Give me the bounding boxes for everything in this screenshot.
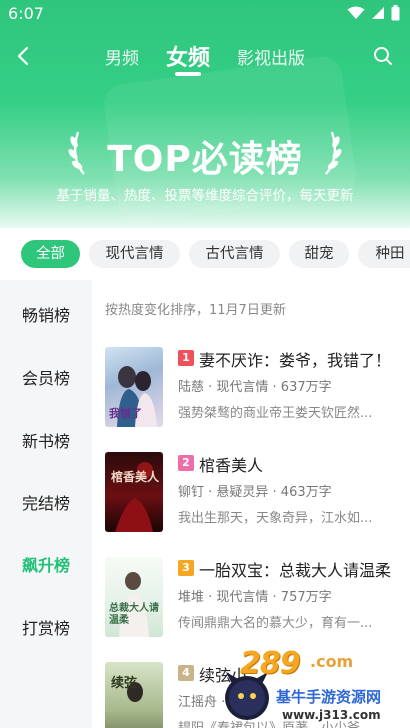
chip-farming[interactable]: 种田 <box>358 240 410 268</box>
watermark-url: www.j313.com <box>282 708 381 722</box>
category-filter-bar: 全部 现代言情 古代言情 甜宠 种田 <box>0 228 410 280</box>
top-nav: 男频 女频 影视出版 <box>0 34 410 78</box>
sidebar-item-tipping[interactable]: 打赏榜 <box>0 615 92 639</box>
hero-banner: 6:07 男频 女频 影视出版 TOP必读榜 基于销量、热度、投票等维度综合评价… <box>0 0 410 228</box>
list-item[interactable]: 我错了 1 妻不厌诈：娄爷，我错了！ 陆慈 · 现代言情 · 637万字 强势桀… <box>92 347 410 447</box>
cover-title: 我错了 <box>109 407 142 420</box>
status-time: 6:07 <box>8 4 44 23</box>
ranking-sidebar: 畅销榜 会员榜 新书榜 完结榜 飙升榜 打赏榜 <box>0 280 92 728</box>
tab-female[interactable]: 女频 <box>166 40 210 72</box>
back-arrow-icon[interactable] <box>12 44 36 68</box>
cover-title: 续弦 <box>111 676 138 691</box>
site-watermark: 289 .com 基牛手游资源网 www.j313.com <box>218 640 410 728</box>
rank-badge: 4 <box>178 665 194 681</box>
chip-sweet[interactable]: 甜宠 <box>289 240 349 268</box>
book-desc: 我出生那天，天象奇异，江水如... <box>178 511 373 526</box>
sidebar-item-bestseller[interactable]: 畅销榜 <box>0 302 92 326</box>
page-subtitle: 基于销量、热度、投票等维度综合评价，每天更新 <box>56 188 354 204</box>
cover-title: 总裁大人请温柔 <box>109 603 159 626</box>
cover-art <box>115 462 153 532</box>
status-icons <box>347 5 400 21</box>
page-title: TOP必读榜 <box>107 139 303 180</box>
cover-title: 棺香美人 <box>111 470 160 484</box>
sidebar-item-member[interactable]: 会员榜 <box>0 365 92 389</box>
book-title: 妻不厌诈：娄爷，我错了！ <box>199 351 392 370</box>
watermark-text: 基牛手游资源网 <box>276 688 382 706</box>
chip-modern-romance[interactable]: 现代言情 <box>89 240 180 268</box>
list-item[interactable]: 棺香美人 2 棺香美人 铆钉 · 悬疑灵异 · 463万字 我出生那天，天象奇异… <box>92 452 410 552</box>
status-bar: 6:07 <box>0 0 410 28</box>
rank-badge: 3 <box>178 560 194 576</box>
book-desc: 强势桀骜的商业帝王娄天钦匠然... <box>178 406 373 421</box>
chip-all[interactable]: 全部 <box>21 240 80 268</box>
sidebar-item-rising[interactable]: 飙升榜 <box>0 552 92 576</box>
active-tab-indicator <box>175 72 201 76</box>
book-cover[interactable]: 我错了 <box>105 347 163 427</box>
book-cover[interactable]: 总裁大人请温柔 <box>105 557 163 637</box>
chip-ancient-romance[interactable]: 古代言情 <box>189 240 280 268</box>
tab-male[interactable]: 男频 <box>105 44 139 69</box>
book-meta: 铆钉 · 悬疑灵异 · 463万字 <box>178 485 332 500</box>
book-title: 棺香美人 <box>199 456 264 475</box>
search-icon[interactable] <box>372 45 394 67</box>
sort-note: 按热度变化排序，11月7日更新 <box>105 303 286 318</box>
rank-badge: 2 <box>178 455 194 471</box>
watermark-com: .com <box>310 652 354 671</box>
book-title: 一胎双宝：总裁大人请温柔 <box>199 561 392 580</box>
wifi-icon <box>347 6 365 19</box>
book-meta: 堆堆 · 现代言情 · 757万字 <box>178 590 332 605</box>
book-meta: 陆慈 · 现代言情 · 637万字 <box>178 380 332 395</box>
battery-icon <box>391 5 400 21</box>
sidebar-item-new[interactable]: 新书榜 <box>0 428 92 452</box>
rank-badge: 1 <box>178 350 194 366</box>
laurel-right-icon <box>325 131 342 175</box>
watermark-logo: 289 <box>240 646 301 681</box>
tab-film-publishing[interactable]: 影视出版 <box>237 44 305 69</box>
book-cover[interactable]: 棺香美人 <box>105 452 163 532</box>
signal-icon <box>372 7 384 19</box>
sidebar-item-completed[interactable]: 完结榜 <box>0 490 92 514</box>
book-desc: 传闻鼎鼎大名的慕大少，育有一... <box>178 616 373 631</box>
book-cover[interactable]: 续弦 <box>105 662 163 728</box>
